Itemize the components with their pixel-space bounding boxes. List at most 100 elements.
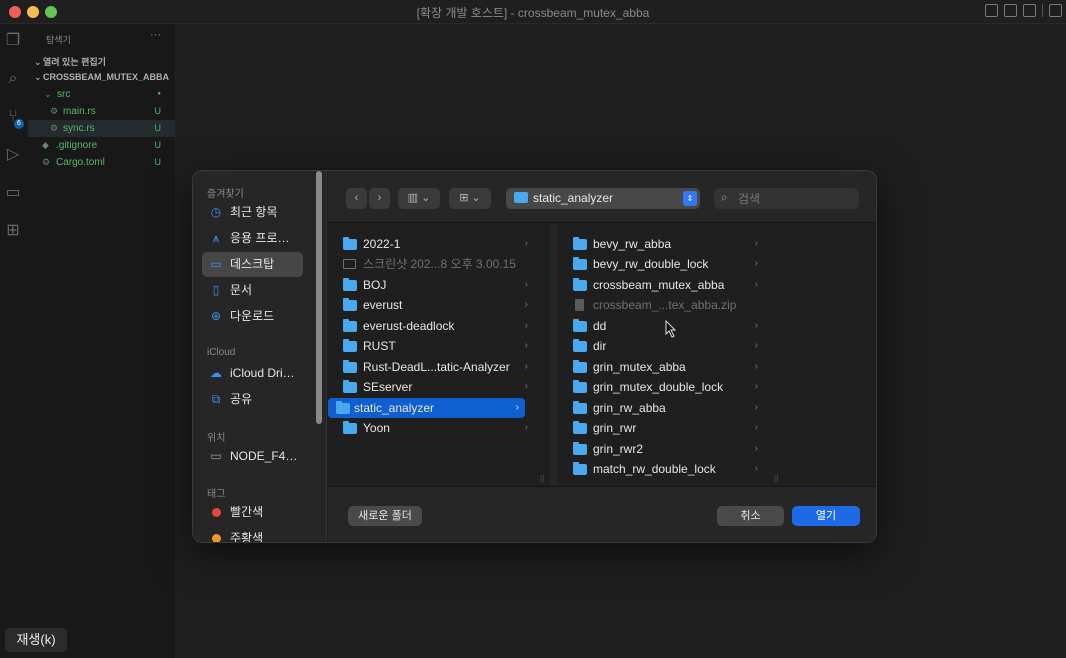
sidebar-item-tag-orange[interactable]: 주황색 bbox=[202, 526, 303, 543]
mouse-cursor-icon bbox=[665, 320, 677, 338]
tree-item-label: sync.rs bbox=[63, 123, 95, 134]
back-button[interactable]: ‹ bbox=[346, 188, 367, 209]
sidebar-item-desktop[interactable]: ▭ 데스크탑 bbox=[202, 252, 303, 277]
dialog-footer: 새로운 폴더 취소 열기 bbox=[328, 486, 876, 542]
folder-icon bbox=[343, 319, 357, 332]
list-item[interactable]: BOJ › bbox=[337, 275, 534, 295]
folder-icon bbox=[343, 298, 357, 311]
project-label: CROSSBEAM_MUTEX_ABBA bbox=[43, 72, 170, 82]
desktop-icon: ▭ bbox=[210, 257, 222, 271]
search-input[interactable] bbox=[738, 190, 853, 207]
customize-layout-icon[interactable] bbox=[1049, 4, 1062, 17]
folder-icon bbox=[573, 257, 587, 270]
remote-explorer-icon[interactable]: ▭ bbox=[4, 184, 22, 202]
list-item[interactable]: grin_rw_abba › bbox=[567, 398, 764, 418]
folder-icon bbox=[573, 380, 587, 393]
archive-file-icon bbox=[575, 299, 584, 311]
list-item[interactable]: dir › bbox=[567, 336, 764, 356]
tree-item-main-rs[interactable]: ⚙ main.rs U bbox=[28, 103, 175, 120]
sidebar-item-downloads[interactable]: ⊕ 다운로드 bbox=[202, 304, 303, 329]
path-popup[interactable]: static_analyzer ⇕ bbox=[506, 188, 700, 209]
sidebar-item-label: 최근 항목 bbox=[230, 205, 278, 219]
new-folder-button[interactable]: 새로운 폴더 bbox=[348, 506, 422, 526]
view-mode-button[interactable]: ▥ ⌄ bbox=[398, 188, 440, 209]
git-status: U bbox=[154, 140, 162, 150]
item-label: crossbeam_...tex_abba.zip bbox=[593, 298, 737, 312]
item-label: bevy_rw_abba bbox=[593, 237, 672, 251]
group-mode-button[interactable]: ⊞ ⌄ bbox=[449, 188, 491, 209]
project-section[interactable]: ⌄CROSSBEAM_MUTEX_ABBA bbox=[34, 72, 169, 83]
sidebar-item-recents[interactable]: ◷ 최근 항목 bbox=[202, 200, 303, 225]
tree-item-cargo-toml[interactable]: ⚙ Cargo.toml U bbox=[28, 154, 175, 171]
folder-icon bbox=[343, 421, 357, 434]
folder-icon bbox=[573, 237, 587, 250]
extensions-icon[interactable]: ⊞ bbox=[4, 222, 22, 240]
column-resize-handle[interactable]: || bbox=[540, 474, 544, 483]
search-icon[interactable]: ⌕ bbox=[4, 70, 22, 88]
item-label: static_analyzer bbox=[354, 401, 435, 415]
chevron-right-icon: › bbox=[754, 402, 758, 413]
list-item[interactable]: grin_mutex_abba › bbox=[567, 357, 764, 377]
open-editors-section[interactable]: ⌄열려 있는 편집기 bbox=[34, 55, 106, 68]
chevron-right-icon: › bbox=[524, 299, 528, 310]
sidebar-item-applications[interactable]: ⩚ 응용 프로… bbox=[202, 226, 303, 251]
chevron-right-icon: › bbox=[754, 443, 758, 454]
sidebar-item-tag-red[interactable]: 빨간색 bbox=[202, 500, 303, 525]
rust-file-icon: ⚙ bbox=[50, 123, 59, 133]
sidebar-item-node-drive[interactable]: ▭ NODE_F4… bbox=[202, 444, 303, 469]
list-item[interactable]: bevy_rw_double_lock › bbox=[567, 254, 764, 274]
cloud-icon: ☁ bbox=[210, 366, 222, 380]
sidebar-scrollbar[interactable] bbox=[316, 171, 323, 424]
toggle-sidebar-icon[interactable] bbox=[985, 4, 998, 17]
chevron-down-icon: ⌄ bbox=[44, 89, 52, 99]
toggle-panel-icon[interactable] bbox=[1004, 4, 1017, 17]
sidebar-item-shared[interactable]: ⧉ 공유 bbox=[202, 387, 303, 412]
sidebar-item-label: 주황색 bbox=[230, 531, 264, 543]
explorer-icon[interactable]: ❐ bbox=[4, 32, 22, 50]
list-item-selected[interactable]: static_analyzer › bbox=[328, 398, 525, 418]
replay-button[interactable]: 재생(k) bbox=[5, 628, 67, 652]
chevron-down-icon: ⌄ bbox=[34, 72, 42, 82]
list-item[interactable]: RUST › bbox=[337, 336, 534, 356]
chevron-right-icon: › bbox=[524, 238, 528, 249]
item-label: SEserver bbox=[363, 380, 413, 394]
tree-item-src[interactable]: ⌄ src ● bbox=[28, 86, 175, 103]
browser-column-1: 2022-1 › 스크린샷 202...8 오후 3.00.15 BOJ › eve… bbox=[328, 224, 550, 486]
list-item[interactable]: crossbeam_mutex_abba › bbox=[567, 275, 764, 295]
list-item[interactable]: match_rw_double_lock › bbox=[567, 459, 764, 479]
list-item[interactable]: grin_mutex_double_lock › bbox=[567, 377, 764, 397]
item-label: everust-deadlock bbox=[363, 319, 455, 333]
sidebar-item-label: 다운로드 bbox=[230, 309, 275, 323]
run-debug-icon[interactable]: ▷ bbox=[4, 146, 22, 164]
list-item[interactable]: bevy_rw_abba › bbox=[567, 234, 764, 254]
folder-icon bbox=[573, 339, 587, 352]
tree-item-gitignore[interactable]: ◆ .gitignore U bbox=[28, 137, 175, 154]
sidebar-item-icloud-drive[interactable]: ☁ iCloud Dri… bbox=[202, 361, 303, 386]
list-item[interactable]: grin_rwr2 › bbox=[567, 439, 764, 459]
folder-icon bbox=[343, 380, 357, 393]
list-item[interactable]: 2022-1 › bbox=[337, 234, 534, 254]
list-item[interactable]: SEserver › bbox=[337, 377, 534, 397]
list-item[interactable]: 스크린샷 202...8 오후 3.00.15 bbox=[337, 254, 534, 274]
forward-button[interactable]: › bbox=[369, 188, 390, 209]
search-field[interactable]: ⌕ bbox=[714, 188, 859, 209]
list-item[interactable]: Rust-DeadL...tatic-Analyzer › bbox=[337, 357, 534, 377]
toggle-secondary-sidebar-icon[interactable] bbox=[1023, 4, 1036, 17]
list-item[interactable]: everust-deadlock › bbox=[337, 316, 534, 336]
list-item[interactable]: grin_rwr › bbox=[567, 418, 764, 438]
list-item[interactable]: crossbeam_...tex_abba.zip bbox=[567, 295, 764, 315]
column-resize-handle[interactable]: || bbox=[774, 474, 778, 483]
sidebar-item-label: 공유 bbox=[230, 392, 253, 406]
folder-icon bbox=[343, 339, 357, 352]
list-item[interactable]: Yoon › bbox=[337, 418, 534, 438]
more-actions-icon[interactable]: ··· bbox=[150, 29, 161, 41]
tree-item-sync-rs[interactable]: ⚙ sync.rs U bbox=[28, 120, 175, 137]
sidebar-item-documents[interactable]: ▯ 문서 bbox=[202, 278, 303, 303]
list-item[interactable]: everust › bbox=[337, 295, 534, 315]
cancel-button[interactable]: 취소 bbox=[717, 506, 784, 526]
tree-item-label: Cargo.toml bbox=[56, 157, 105, 168]
search-icon: ⌕ bbox=[721, 190, 728, 204]
open-button[interactable]: 열기 bbox=[792, 506, 860, 526]
item-label: grin_rw_abba bbox=[593, 401, 666, 415]
chevron-right-icon: › bbox=[754, 258, 758, 269]
